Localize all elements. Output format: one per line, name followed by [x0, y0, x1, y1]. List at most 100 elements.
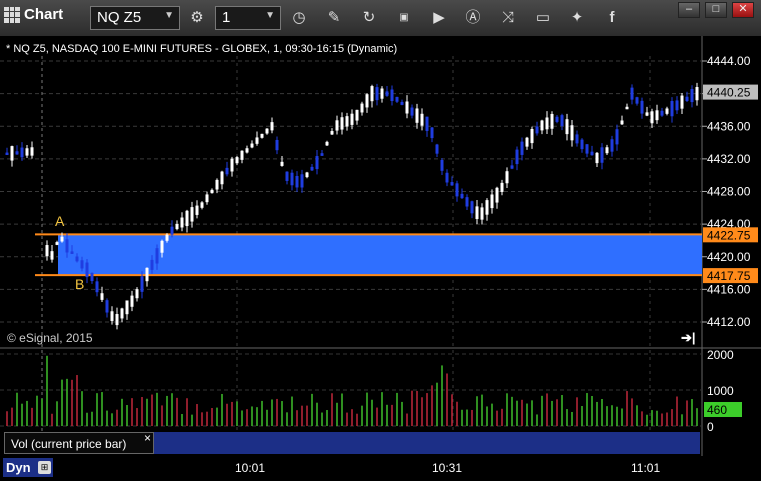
facebook-icon[interactable]: f — [601, 7, 623, 29]
settings-gear-icon[interactable]: ⚙ — [186, 7, 208, 29]
close-button[interactable]: ✕ — [732, 2, 754, 18]
chart-header: * NQ Z5, NASDAQ 100 E-MINI FUTURES - GLO… — [6, 43, 397, 55]
y-tick-label: 4432.00 — [707, 152, 751, 166]
candle-body — [415, 108, 419, 123]
candle-body — [110, 311, 114, 321]
candle-body — [160, 240, 164, 253]
candle-body — [250, 143, 254, 148]
candle-body — [360, 103, 364, 113]
candle-body — [340, 117, 344, 130]
get-icon[interactable]: ▣ — [393, 7, 415, 29]
candle-body — [650, 111, 654, 124]
maximize-button[interactable]: □ — [705, 2, 727, 18]
candle-body — [680, 95, 684, 109]
pencil-icon[interactable]: ✎ — [323, 7, 345, 29]
price-chart[interactable]: * NQ Z5, NASDAQ 100 E-MINI FUTURES - GLO… — [0, 36, 761, 456]
candle-body — [350, 113, 354, 125]
adjust-icon[interactable]: Ⓐ — [462, 7, 484, 29]
candle-body — [145, 267, 149, 282]
candle-body — [230, 158, 234, 172]
comment-icon[interactable]: ▭ — [532, 7, 554, 29]
candle-body — [665, 108, 669, 114]
watermark: © eSignal, 2015 — [7, 331, 93, 345]
candle-body — [540, 120, 544, 131]
y-tick-label: 4412.00 — [707, 315, 751, 329]
candle-body — [675, 100, 679, 111]
volume-panel-label[interactable]: Vol (current price bar) — [4, 432, 154, 454]
candle-body — [100, 293, 104, 300]
candle-body — [180, 217, 184, 228]
time-tick-label: 11:01 — [631, 461, 661, 475]
candle-body — [205, 194, 209, 203]
link-icon[interactable]: ⤨ — [497, 7, 519, 29]
candle-body — [185, 210, 189, 227]
candle-body — [365, 94, 369, 108]
close-icon[interactable]: × — [144, 431, 151, 445]
candle-body — [85, 262, 89, 278]
candle-body — [190, 207, 194, 222]
candle-body — [325, 141, 329, 146]
candle-body — [520, 141, 524, 155]
candle-body — [355, 109, 359, 121]
candle-body — [690, 89, 694, 103]
candle-body — [505, 171, 509, 184]
candle-body — [95, 281, 99, 293]
candle-body — [105, 300, 109, 313]
candle-body — [555, 116, 559, 122]
candle-body — [585, 144, 589, 154]
candle-body — [130, 295, 134, 307]
candle-body — [400, 101, 404, 105]
candle-body — [345, 116, 349, 127]
candle-body — [5, 152, 9, 156]
candle-body — [195, 205, 199, 215]
candle-body — [220, 171, 224, 185]
chevron-down-icon[interactable]: ▼ — [265, 10, 275, 21]
interval-input[interactable]: 1 ▼ — [215, 6, 281, 30]
volume-tick-label: 0 — [707, 420, 714, 434]
candle-body — [530, 128, 534, 144]
candle-body — [90, 272, 94, 282]
candle-body — [430, 127, 434, 139]
candle-body — [215, 179, 219, 190]
clock-icon[interactable]: ◷ — [288, 7, 310, 29]
candle-body — [420, 113, 424, 126]
candle-body — [55, 242, 59, 245]
time-tick-label: 10:01 — [235, 461, 266, 475]
candle-body — [685, 96, 689, 102]
candle-body — [475, 206, 479, 220]
candle-body — [575, 134, 579, 144]
candle-body — [590, 151, 594, 156]
candle-body — [165, 234, 169, 241]
candle-body — [70, 251, 74, 254]
play-icon[interactable]: ▶ — [428, 7, 450, 29]
candle-body — [580, 139, 584, 150]
candle-body — [600, 147, 604, 163]
volume-tick-label: 1000 — [707, 384, 734, 398]
candle-body — [565, 119, 569, 135]
candle-body — [560, 115, 564, 126]
marker-b: B — [75, 276, 84, 292]
candle-body — [320, 153, 324, 156]
candle-body — [620, 120, 624, 125]
candle-body — [25, 148, 29, 156]
scroll-end-icon[interactable]: ➔| — [681, 330, 696, 345]
symbol-input[interactable]: NQ Z5 ▼ — [90, 6, 180, 30]
candle-body — [20, 147, 24, 158]
chevron-down-icon[interactable]: ▼ — [164, 10, 174, 21]
twitter-icon[interactable]: ✦ — [566, 7, 588, 29]
candle-body — [640, 100, 644, 114]
candle-body — [615, 129, 619, 145]
zone-top-price: 4422.75 — [707, 228, 751, 242]
lock-icon[interactable]: ⊞ — [38, 461, 51, 474]
minimize-button[interactable]: – — [678, 2, 700, 18]
chart-grid-icon — [4, 6, 20, 23]
candle-body — [410, 107, 414, 116]
candle-body — [285, 171, 289, 181]
candle-body — [275, 139, 279, 151]
candle-body — [525, 137, 529, 147]
candle-body — [595, 152, 599, 164]
symbol-value: NQ Z5 — [97, 9, 142, 26]
refresh-icon[interactable]: ↻ — [358, 7, 380, 29]
candle-body — [390, 89, 394, 101]
candle-body — [550, 113, 554, 129]
